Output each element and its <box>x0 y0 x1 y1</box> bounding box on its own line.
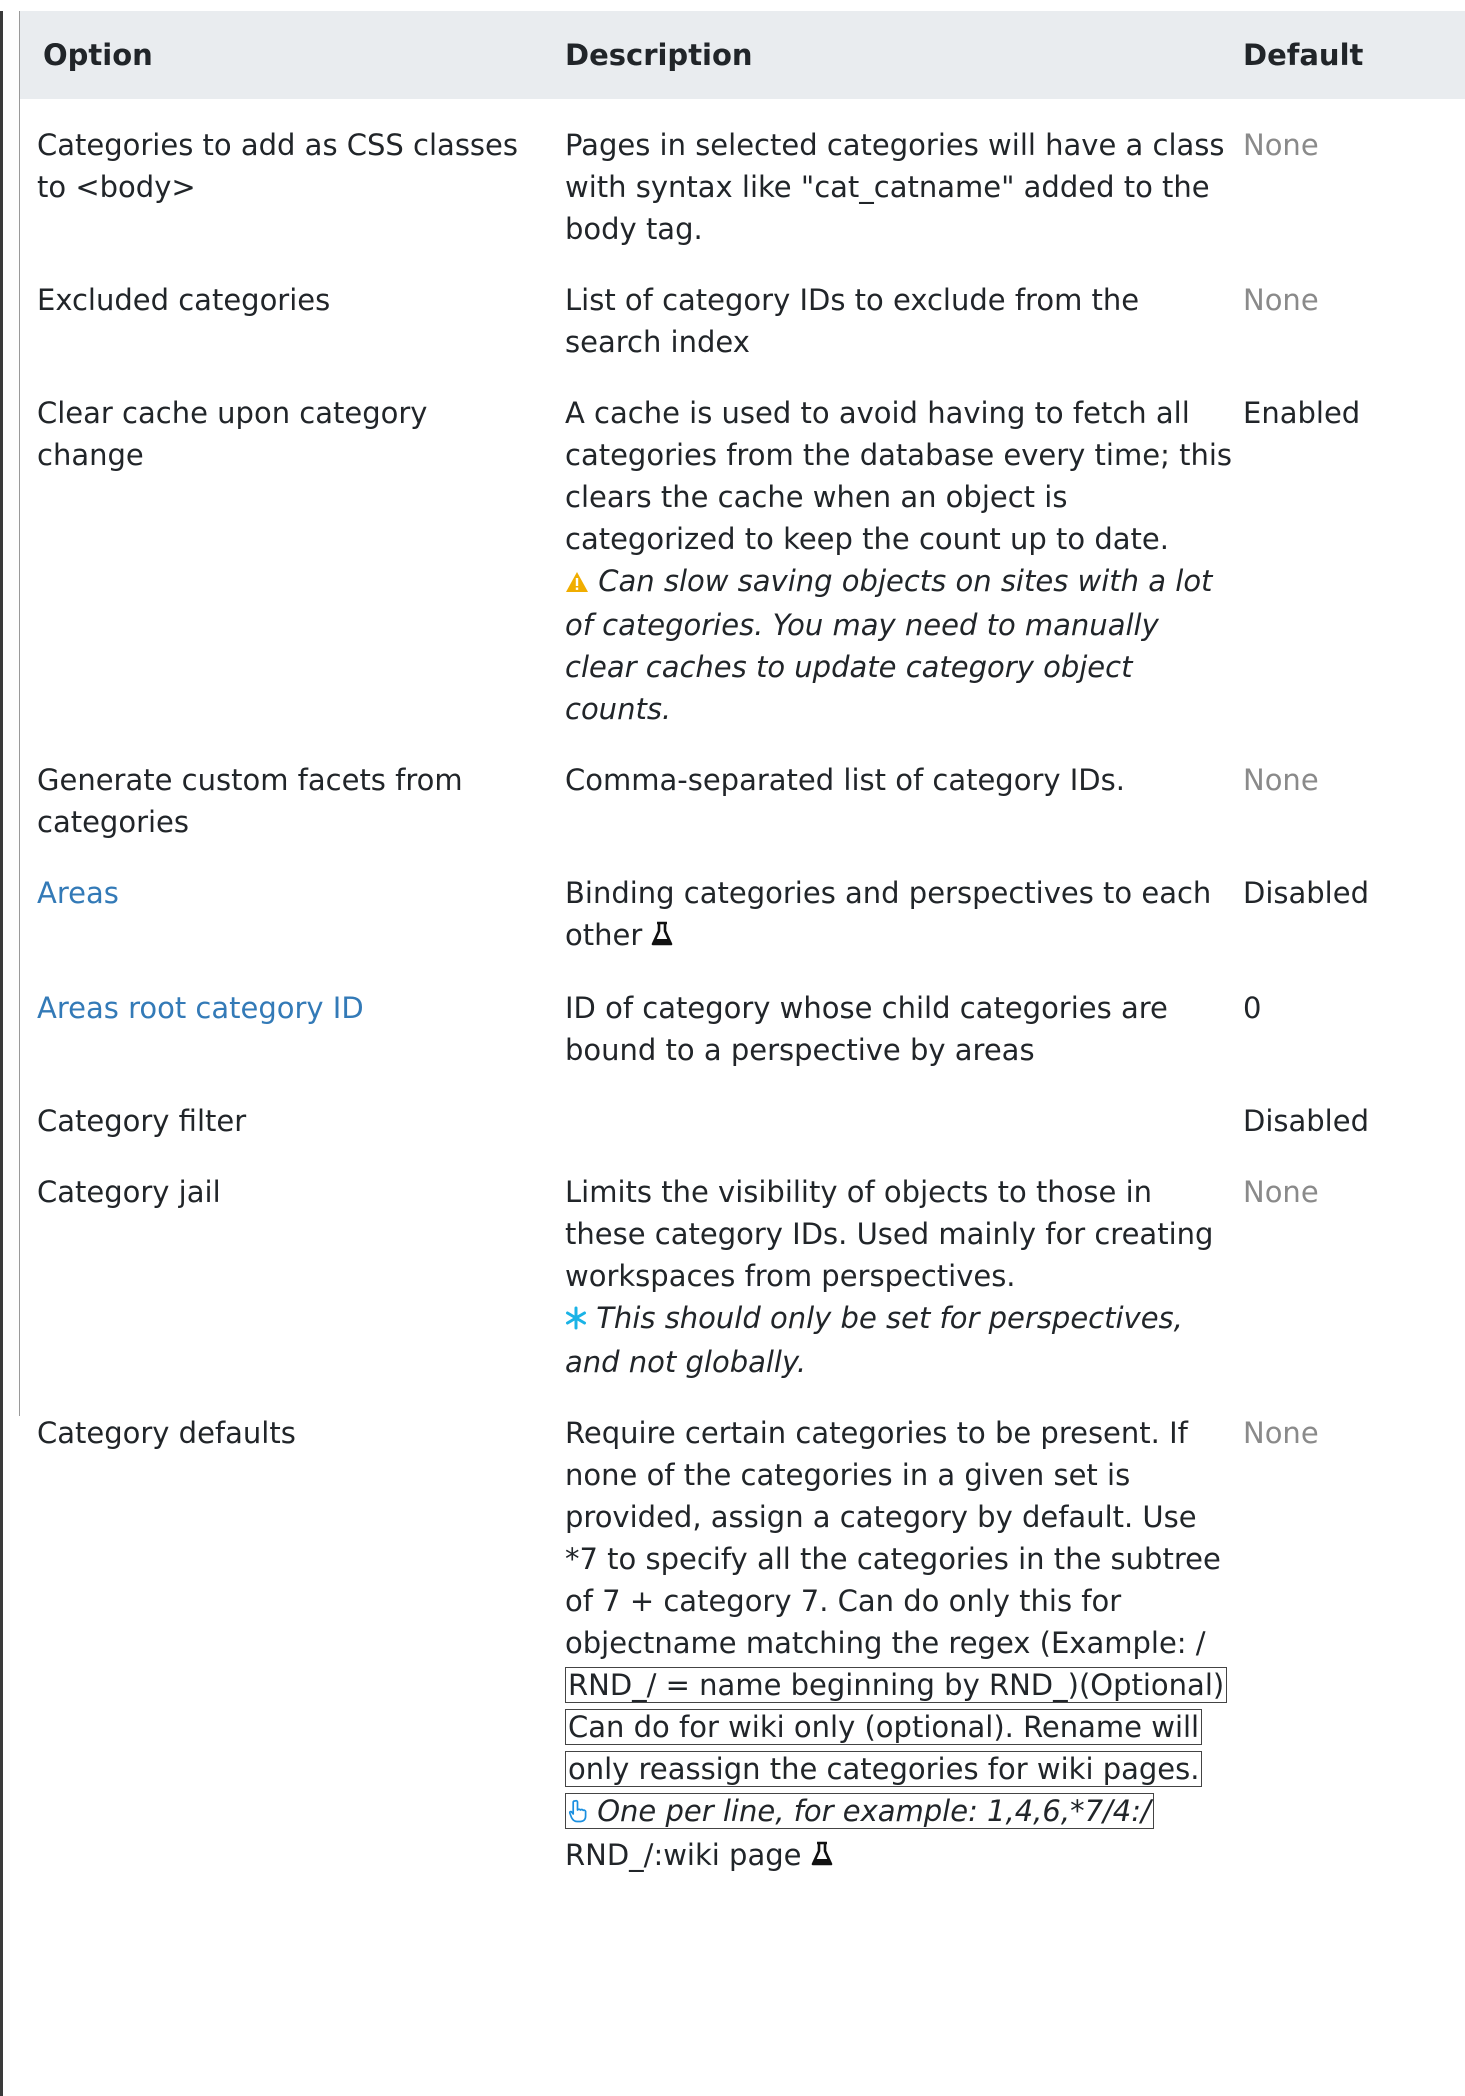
option-description-tail: RND_/:wiki page <box>565 1838 802 1872</box>
left-border <box>0 11 3 2096</box>
header-default: Default <box>1239 11 1465 99</box>
option-description: Limits the visibility of objects to thos… <box>565 1175 1214 1293</box>
option-default: None <box>1243 128 1319 162</box>
option-description-cell: Limits the visibility of objects to thos… <box>550 1170 1239 1411</box>
table-row: Areas root category ID ID of category wh… <box>20 986 1465 1099</box>
option-default: Disabled <box>1243 1104 1369 1138</box>
option-link-areas-root-category-id[interactable]: Areas root category ID <box>37 991 364 1025</box>
preferences-table: Option Description Default Categories to… <box>20 11 1465 1906</box>
option-name: Clear cache upon category change <box>37 396 428 472</box>
option-default: None <box>1243 1416 1319 1450</box>
table-row: Generate custom facets from categories C… <box>20 758 1465 871</box>
option-description: A cache is used to avoid having to fetch… <box>565 396 1232 556</box>
option-note: One per line, for example: 1,4,6,*7/4:/ <box>597 1794 1151 1828</box>
table-row: Excluded categories List of category IDs… <box>20 278 1465 391</box>
table-row: Category defaults Require certain catego… <box>20 1411 1465 1906</box>
option-name: Category filter <box>37 1104 247 1138</box>
option-name-cell: Areas root category ID <box>20 986 550 1099</box>
table-row: Clear cache upon category change A cache… <box>20 391 1465 758</box>
option-name: Generate custom facets from categories <box>37 763 463 839</box>
option-default: None <box>1243 763 1319 797</box>
table-row: Categories to add as CSS classes to <bod… <box>20 99 1465 278</box>
option-link-areas[interactable]: Areas <box>37 876 119 910</box>
option-name: Excluded categories <box>37 283 331 317</box>
option-description: Comma-separated list of category IDs. <box>565 763 1125 797</box>
option-description-cell: A cache is used to avoid having to fetch… <box>550 391 1239 758</box>
option-default: None <box>1243 283 1319 317</box>
table-row: Category jail Limits the visibility of o… <box>20 1170 1465 1411</box>
option-description-cell: Binding categories and perspectives to e… <box>550 871 1239 986</box>
table-row: Areas Binding categories and perspective… <box>20 871 1465 986</box>
flask-icon <box>651 916 673 958</box>
asterisk-icon <box>565 1299 587 1341</box>
option-description: Require certain categories to be present… <box>565 1416 1221 1660</box>
option-description-boxed: RND_/ = name beginning by RND_)(Optional… <box>568 1668 1225 1786</box>
table-header: Option Description Default <box>20 11 1465 99</box>
option-description-cell: Require certain categories to be present… <box>550 1411 1239 1906</box>
header-description: Description <box>550 11 1239 99</box>
option-description: ID of category whose child categories ar… <box>565 991 1168 1067</box>
hand-pointer-icon <box>568 1792 588 1834</box>
option-name: Category defaults <box>37 1416 296 1450</box>
option-description <box>550 1099 1239 1170</box>
option-name-cell: Areas <box>20 871 550 986</box>
option-note: This should only be set for perspectives… <box>565 1301 1183 1379</box>
flask-icon <box>811 1836 833 1878</box>
warning-icon <box>565 562 589 604</box>
option-default: None <box>1243 1175 1319 1209</box>
option-default: Enabled <box>1243 396 1361 430</box>
option-description: List of category IDs to exclude from the… <box>565 283 1140 359</box>
option-default: Disabled <box>1243 876 1369 910</box>
option-default: 0 <box>1243 991 1262 1025</box>
top-strip <box>0 0 1465 11</box>
option-name: Category jail <box>37 1175 221 1209</box>
header-option: Option <box>20 11 550 99</box>
option-note: Can slow saving objects on sites with a … <box>565 564 1213 726</box>
option-name: Categories to add as CSS classes to <bod… <box>37 128 518 204</box>
option-description: Pages in selected categories will have a… <box>565 128 1225 246</box>
regex-example-box: RND_/ = name beginning by RND_)(Optional… <box>565 1667 1228 1829</box>
table-row: Category filter Disabled <box>20 1099 1465 1170</box>
